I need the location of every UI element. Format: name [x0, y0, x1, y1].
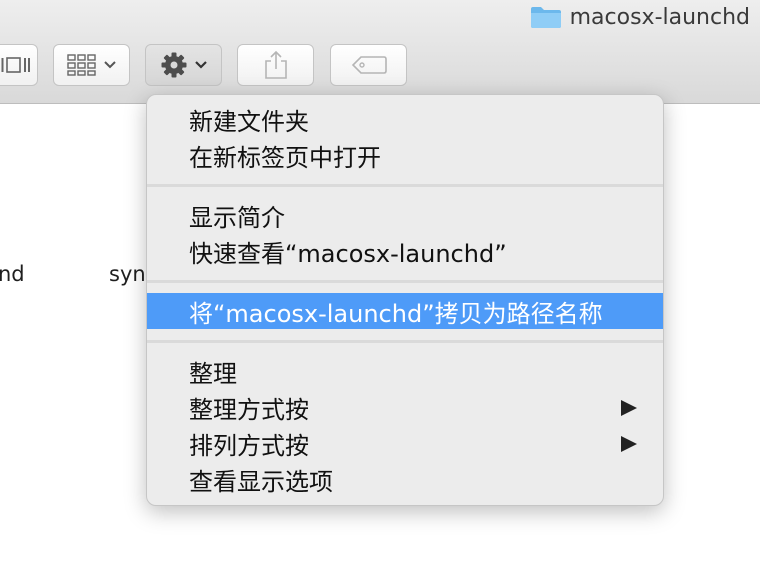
menu-item-clean-up-by[interactable]: 整理方式按	[147, 389, 663, 425]
group-button[interactable]	[53, 44, 130, 86]
menu-item-clean-up[interactable]: 整理	[147, 353, 663, 389]
menu-item-show-view-options[interactable]: 查看显示选项	[147, 461, 663, 497]
view-mode-button[interactable]	[0, 44, 38, 86]
context-menu: 新建文件夹 在新标签页中打开 显示简介 快速查看“macosx-launchd”…	[146, 94, 664, 506]
menu-item-quick-look[interactable]: 快速查看“macosx-launchd”	[147, 233, 663, 269]
menu-item-label: 新建文件夹	[189, 107, 309, 136]
chevron-down-icon	[194, 61, 207, 69]
share-button[interactable]	[237, 44, 314, 86]
file-label[interactable]: nd	[0, 262, 25, 286]
menu-item-open-in-new-tab[interactable]: 在新标签页中打开	[147, 137, 663, 173]
group-grid-icon	[66, 54, 96, 76]
menu-item-label: 将“macosx-launchd”拷贝为路径名称	[189, 299, 603, 328]
file-label[interactable]: syn	[109, 262, 146, 286]
menu-item-label: 快速查看“macosx-launchd”	[189, 239, 507, 268]
menu-item-label: 在新标签页中打开	[189, 143, 381, 172]
menu-separator	[147, 184, 663, 187]
window-title: macosx-launchd	[530, 4, 750, 30]
menu-item-label: 排列方式按	[189, 431, 309, 460]
finder-toolbar: macosx-launchd	[0, 0, 760, 104]
menu-separator	[147, 280, 663, 283]
action-button[interactable]	[145, 44, 222, 86]
menu-item-label: 整理方式按	[189, 395, 309, 424]
menu-item-label: 查看显示选项	[189, 467, 333, 496]
menu-item-new-folder[interactable]: 新建文件夹	[147, 101, 663, 137]
share-icon	[264, 50, 287, 79]
menu-item-copy-as-pathname[interactable]: 将“macosx-launchd”拷贝为路径名称	[147, 293, 663, 329]
submenu-arrow-icon	[621, 436, 637, 452]
folder-icon	[530, 7, 561, 28]
view-columns-icon	[1, 57, 30, 73]
menu-item-sort-by[interactable]: 排列方式按	[147, 425, 663, 461]
gear-icon	[161, 52, 186, 78]
submenu-arrow-icon	[621, 400, 637, 416]
window-title-text: macosx-launchd	[569, 4, 750, 30]
menu-separator	[147, 340, 663, 343]
menu-item-get-info[interactable]: 显示简介	[147, 197, 663, 233]
tag-button[interactable]	[330, 44, 407, 86]
menu-item-label: 显示简介	[189, 203, 285, 232]
chevron-down-icon	[103, 61, 116, 69]
tag-icon	[351, 56, 387, 74]
menu-item-label: 整理	[189, 359, 237, 388]
